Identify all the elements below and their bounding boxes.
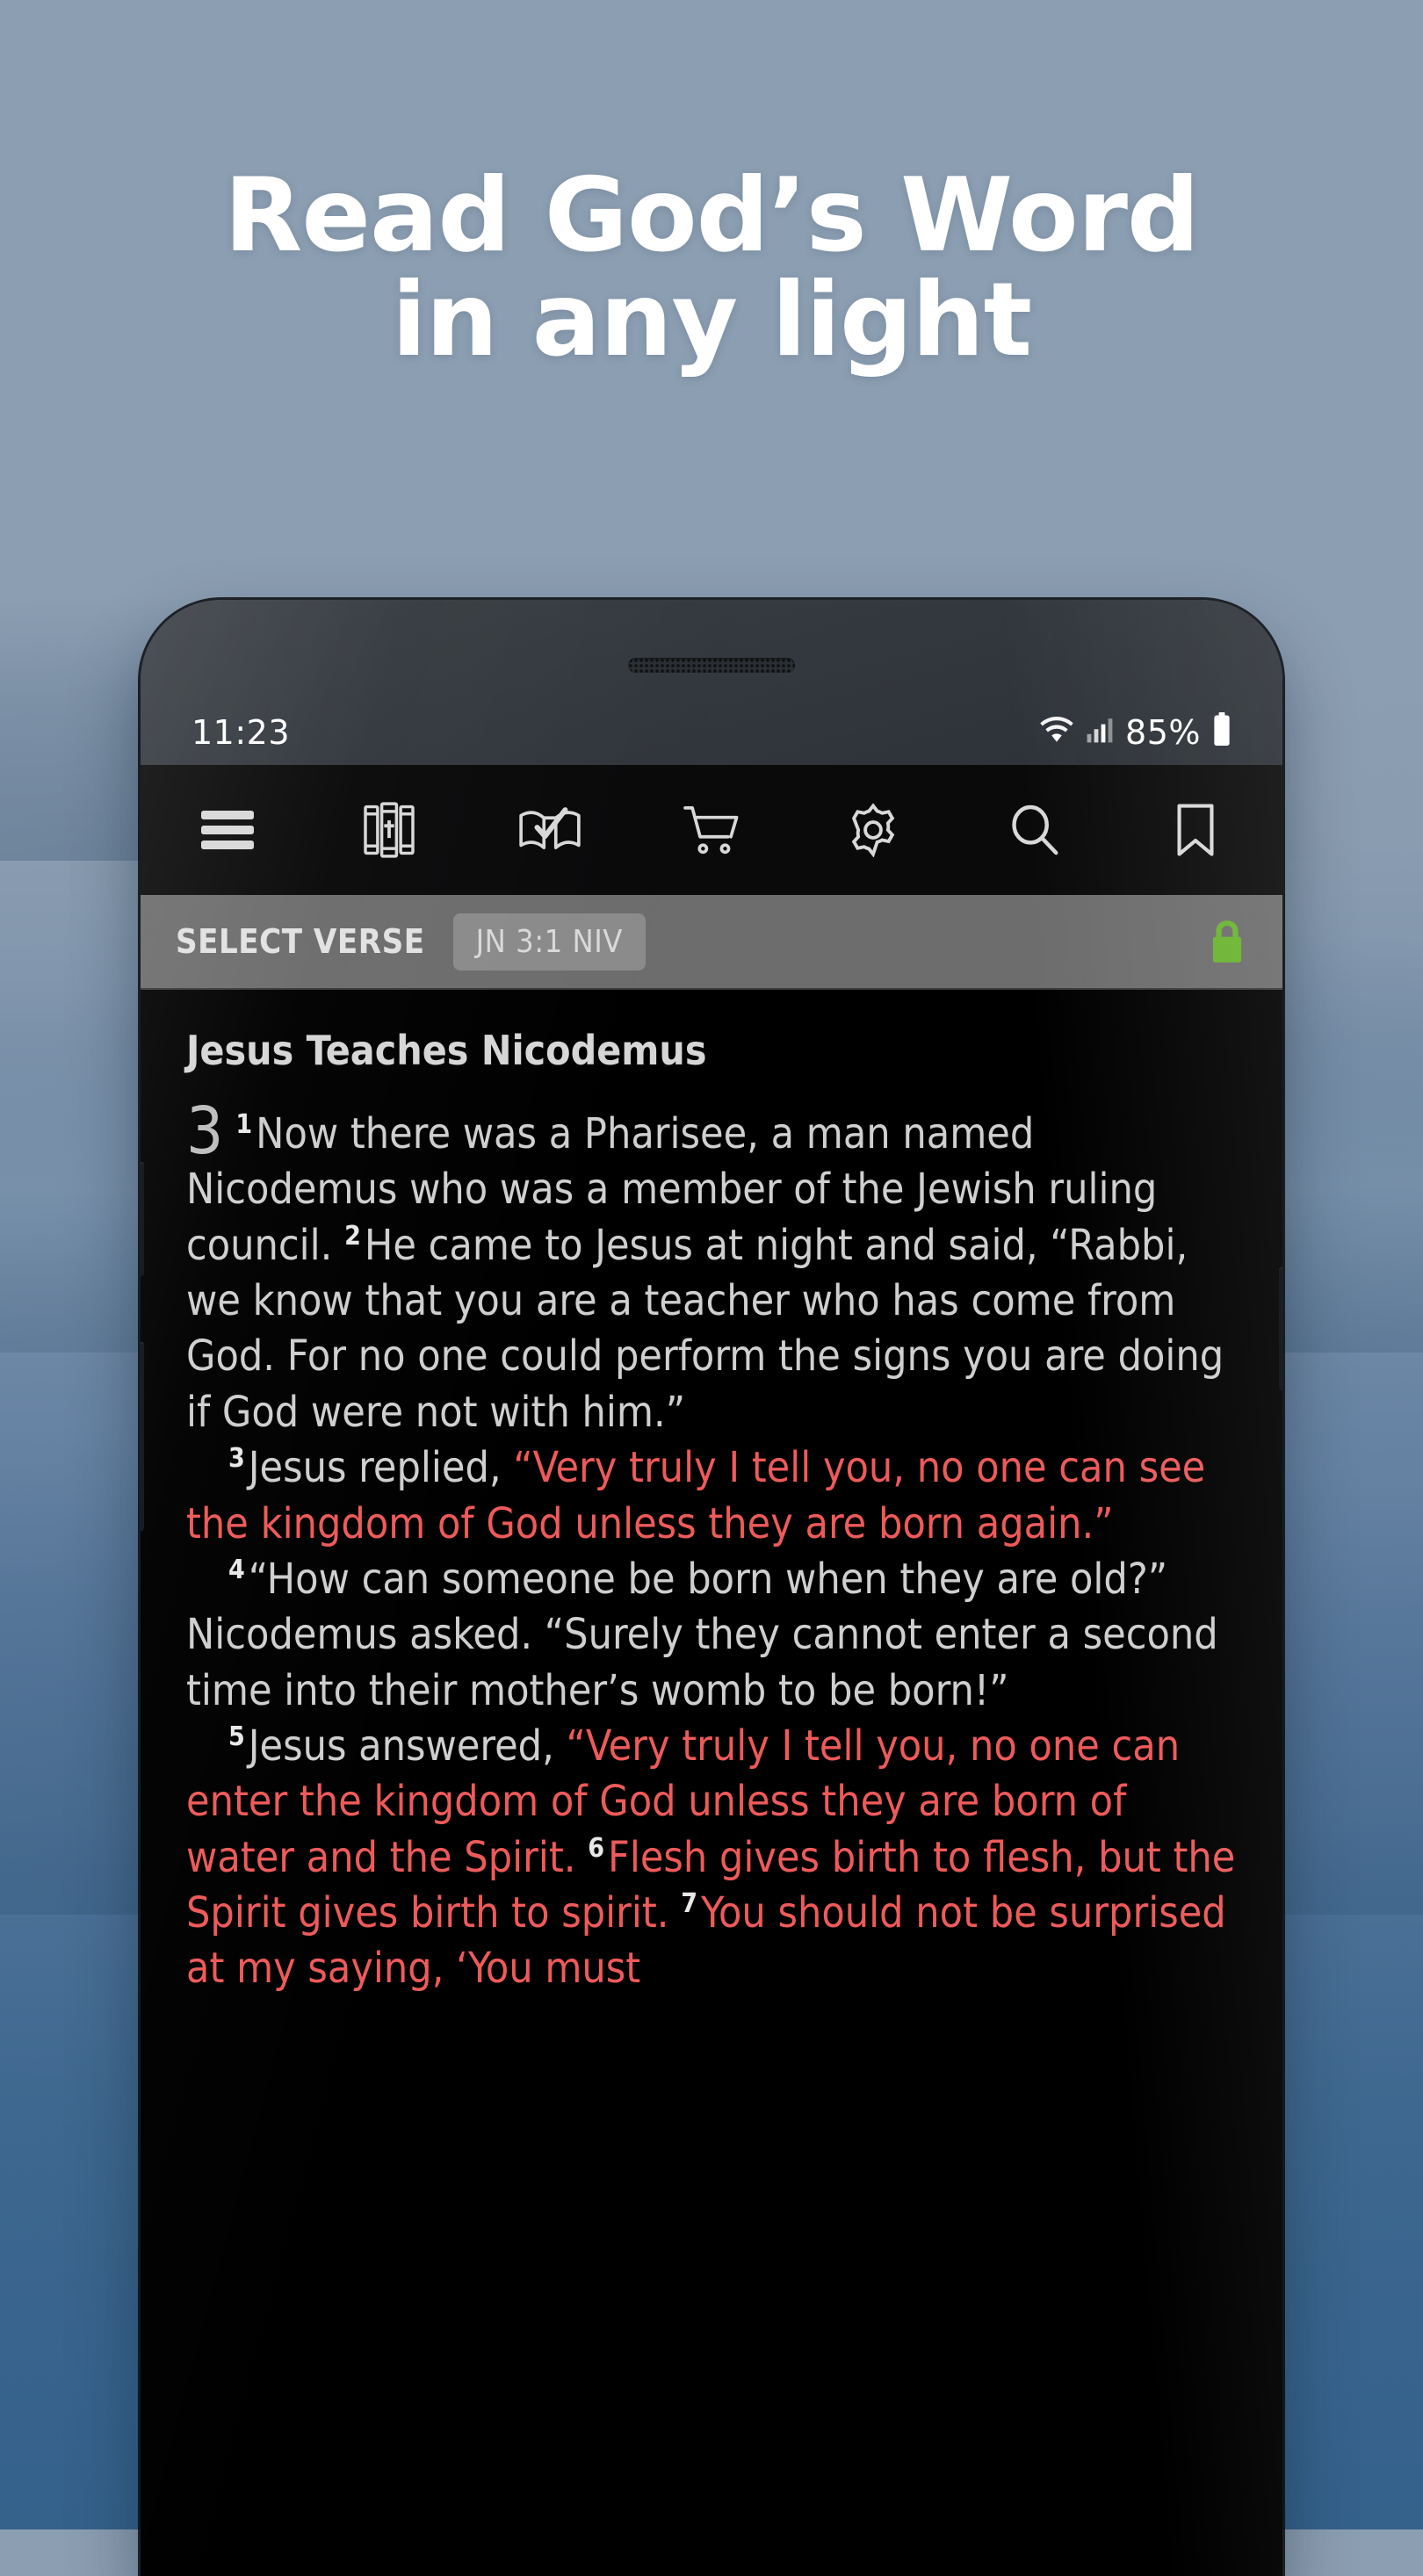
cell-signal-icon bbox=[1086, 713, 1114, 752]
power-button[interactable] bbox=[1279, 1267, 1282, 1390]
phone-screen: SELECT VERSE JN 3:1 NIV Jesus Teaches Ni… bbox=[141, 765, 1282, 2576]
volume-up-button[interactable] bbox=[141, 1162, 144, 1276]
verse-text[interactable]: “How can someone be born when they are o… bbox=[186, 1555, 1218, 1715]
phone-mockup: 11:23 85% SELECT VERSE JN 3:1 NIV Jesus … bbox=[141, 600, 1282, 2576]
reading-plan-icon[interactable] bbox=[502, 782, 598, 878]
earpiece-speaker-grille bbox=[628, 658, 795, 673]
verse-body: 3 1Now there was a Pharisee, a man named … bbox=[186, 1099, 1237, 1997]
app-toolbar bbox=[141, 765, 1282, 895]
battery-icon bbox=[1212, 711, 1232, 754]
verse-number[interactable]: 6 bbox=[588, 1833, 604, 1864]
promo-headline-line-1: Read God’s Word bbox=[224, 156, 1200, 275]
verse-number[interactable]: 4 bbox=[228, 1555, 245, 1585]
verse-number[interactable]: 1 bbox=[235, 1109, 252, 1140]
select-verse-bar: SELECT VERSE JN 3:1 NIV bbox=[141, 895, 1282, 990]
battery-percentage-label: 85% bbox=[1125, 713, 1201, 752]
verse-text[interactable]: Jesus replied, bbox=[249, 1443, 514, 1492]
status-bar: 11:23 85% bbox=[141, 698, 1282, 767]
chapter-number: 3 bbox=[186, 1093, 224, 1169]
scripture-reader: Jesus Teaches Nicodemus 3 1Now there was … bbox=[141, 990, 1282, 1997]
verse-number[interactable]: 2 bbox=[344, 1221, 361, 1252]
status-bar-indicators: 85% bbox=[1039, 711, 1232, 754]
settings-gear-icon[interactable] bbox=[825, 782, 921, 878]
wifi-icon bbox=[1039, 713, 1074, 752]
volume-down-button[interactable] bbox=[141, 1342, 144, 1531]
lock-closed-icon[interactable] bbox=[1207, 918, 1247, 965]
menu-icon[interactable] bbox=[179, 782, 276, 878]
status-bar-clock: 11:23 bbox=[191, 713, 291, 752]
search-icon[interactable] bbox=[986, 782, 1082, 878]
bible-library-icon[interactable] bbox=[341, 782, 437, 878]
bookmark-icon[interactable] bbox=[1147, 782, 1244, 878]
verse-number[interactable]: 3 bbox=[228, 1443, 245, 1474]
verse-number[interactable]: 5 bbox=[228, 1721, 245, 1752]
section-heading: Jesus Teaches Nicodemus bbox=[186, 1027, 707, 1074]
store-cart-icon[interactable] bbox=[663, 782, 760, 878]
promo-headline-line-2: in any light bbox=[391, 261, 1032, 380]
verse-reference-chip[interactable]: JN 3:1 NIV bbox=[452, 913, 646, 971]
verse-text[interactable]: Jesus answered, bbox=[249, 1721, 567, 1771]
select-verse-label: SELECT VERSE bbox=[176, 922, 425, 961]
promo-headline: Read God’s Word in any light bbox=[0, 163, 1423, 373]
verse-number[interactable]: 7 bbox=[681, 1888, 697, 1919]
